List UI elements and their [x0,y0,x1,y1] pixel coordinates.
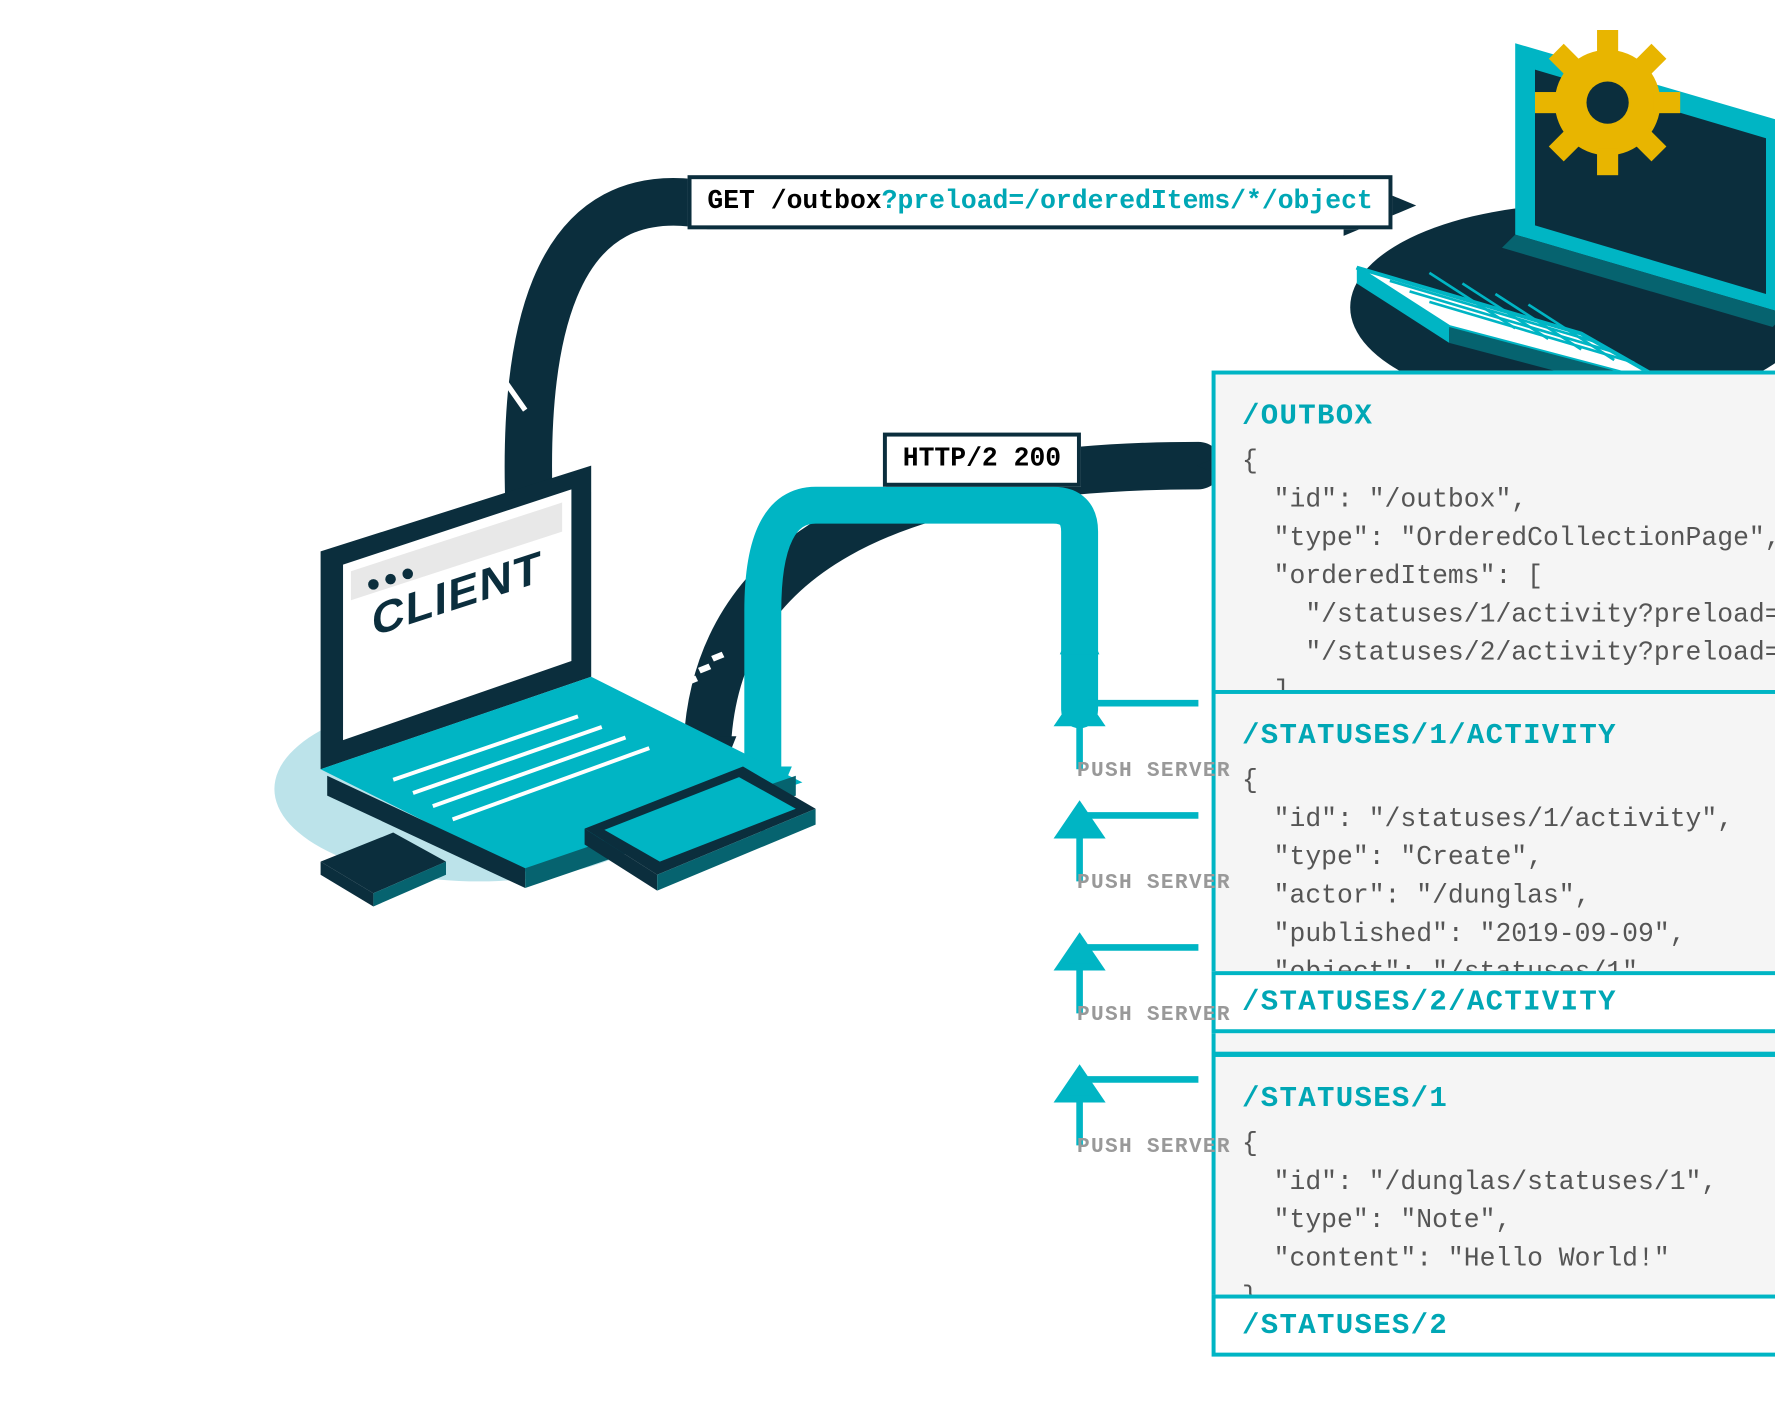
request-label: GET /outbox?preload=/orderedItems/*/obje… [687,175,1392,229]
response-status1-title: /STATUSES/1 [1241,1078,1754,1120]
push-label-4: PUSH SERVER [1076,1135,1230,1159]
push-label-1: PUSH SERVER [1076,759,1230,783]
request-method: GET [707,187,755,217]
response-status-label: HTTP/2 200 [882,433,1080,487]
request-query: ?preload=/orderedItems/*/object [881,187,1372,217]
push-label-2: PUSH SERVER [1076,871,1230,895]
response-activity1-title: /STATUSES/1/ACTIVITY [1241,715,1754,757]
response-status1-json: { "id": "/dunglas/statuses/1", "type": "… [1241,1125,1754,1316]
request-path: /outbox [754,187,881,217]
response-status2-title: /STATUSES/2 [1211,1295,1775,1357]
response-outbox-title: /OUTBOX [1241,396,1754,438]
response-activity2-title: /STATUSES/2/ACTIVITY [1211,971,1775,1033]
push-label-3: PUSH SERVER [1076,1003,1230,1027]
